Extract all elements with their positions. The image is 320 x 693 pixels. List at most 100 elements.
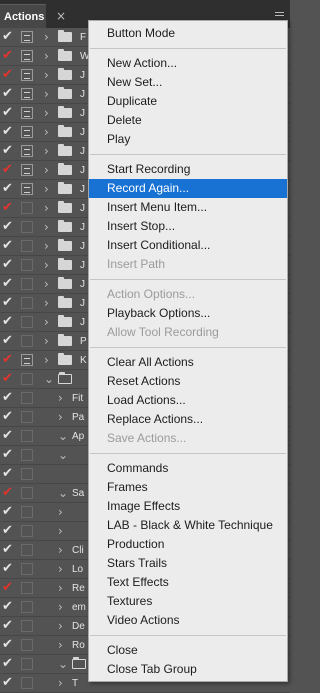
check-icon[interactable]: ✔ [2, 124, 14, 140]
chevron-right-icon[interactable]: › [58, 599, 68, 615]
menu-item-video-actions[interactable]: Video Actions [89, 611, 287, 630]
check-icon[interactable]: ✔ [2, 257, 14, 273]
menu-item-replace-actions[interactable]: Replace Actions... [89, 410, 287, 429]
check-icon[interactable]: ✔ [2, 618, 14, 634]
dialog-toggle-icon[interactable] [21, 240, 33, 252]
dialog-toggle-icon[interactable] [21, 658, 33, 670]
chevron-right-icon[interactable]: › [44, 200, 54, 216]
dialog-toggle-icon[interactable] [21, 107, 33, 119]
dialog-toggle-icon[interactable] [21, 88, 33, 100]
check-icon[interactable]: ✔ [2, 390, 14, 406]
chevron-right-icon[interactable]: › [58, 523, 68, 539]
chevron-down-icon[interactable]: ⌄ [44, 371, 54, 387]
menu-item-play[interactable]: Play [89, 130, 287, 149]
tab-close-icon[interactable]: × [56, 9, 66, 23]
menu-item-close-tab-group[interactable]: Close Tab Group [89, 660, 287, 679]
check-icon[interactable]: ✔ [2, 599, 14, 615]
check-icon[interactable]: ✔ [2, 67, 14, 83]
dialog-toggle-icon[interactable] [21, 411, 33, 423]
dialog-toggle-icon[interactable] [21, 468, 33, 480]
chevron-right-icon[interactable]: › [44, 295, 54, 311]
dialog-toggle-icon[interactable] [21, 31, 33, 43]
dialog-toggle-icon[interactable] [21, 316, 33, 328]
menu-item-new-set[interactable]: New Set... [89, 73, 287, 92]
dialog-toggle-icon[interactable] [21, 525, 33, 537]
check-icon[interactable]: ✔ [2, 276, 14, 292]
check-icon[interactable]: ✔ [2, 143, 14, 159]
check-icon[interactable]: ✔ [2, 333, 14, 349]
check-icon[interactable]: ✔ [2, 428, 14, 444]
check-icon[interactable]: ✔ [2, 466, 14, 482]
chevron-right-icon[interactable]: › [44, 333, 54, 349]
chevron-right-icon[interactable]: › [58, 561, 68, 577]
dialog-toggle-icon[interactable] [21, 582, 33, 594]
dialog-toggle-icon[interactable] [21, 639, 33, 651]
dialog-toggle-icon[interactable] [21, 69, 33, 81]
chevron-right-icon[interactable]: › [58, 637, 68, 653]
chevron-right-icon[interactable]: › [44, 67, 54, 83]
menu-item-production[interactable]: Production [89, 535, 287, 554]
check-icon[interactable]: ✔ [2, 314, 14, 330]
menu-item-close[interactable]: Close [89, 641, 287, 660]
tab-actions[interactable]: Actions [0, 4, 46, 28]
check-icon[interactable]: ✔ [2, 352, 14, 368]
chevron-right-icon[interactable]: › [44, 48, 54, 64]
check-icon[interactable]: ✔ [2, 504, 14, 520]
chevron-down-icon[interactable]: ⌄ [58, 428, 68, 444]
check-icon[interactable]: ✔ [2, 675, 14, 691]
check-icon[interactable]: ✔ [2, 637, 14, 653]
dialog-toggle-icon[interactable] [21, 601, 33, 613]
menu-item-frames[interactable]: Frames [89, 478, 287, 497]
menu-item-lab-black-white-technique[interactable]: LAB - Black & White Technique [89, 516, 287, 535]
dialog-toggle-icon[interactable] [21, 145, 33, 157]
menu-item-clear-all-actions[interactable]: Clear All Actions [89, 353, 287, 372]
check-icon[interactable]: ✔ [2, 485, 14, 501]
menu-item-delete[interactable]: Delete [89, 111, 287, 130]
chevron-right-icon[interactable]: › [44, 314, 54, 330]
dialog-toggle-icon[interactable] [21, 202, 33, 214]
dialog-toggle-icon[interactable] [21, 183, 33, 195]
menu-item-duplicate[interactable]: Duplicate [89, 92, 287, 111]
chevron-down-icon[interactable]: ⌄ [58, 447, 68, 463]
menu-item-stars-trails[interactable]: Stars Trails [89, 554, 287, 573]
chevron-right-icon[interactable]: › [44, 276, 54, 292]
chevron-right-icon[interactable]: › [58, 675, 68, 691]
check-icon[interactable]: ✔ [2, 162, 14, 178]
chevron-right-icon[interactable]: › [58, 580, 68, 596]
dialog-toggle-icon[interactable] [21, 506, 33, 518]
check-icon[interactable]: ✔ [2, 219, 14, 235]
chevron-right-icon[interactable]: › [44, 352, 54, 368]
check-icon[interactable]: ✔ [2, 105, 14, 121]
chevron-down-icon[interactable]: ⌄ [58, 485, 68, 501]
menu-item-textures[interactable]: Textures [89, 592, 287, 611]
chevron-right-icon[interactable]: › [44, 143, 54, 159]
check-icon[interactable]: ✔ [2, 295, 14, 311]
menu-item-insert-stop[interactable]: Insert Stop... [89, 217, 287, 236]
chevron-right-icon[interactable]: › [58, 409, 68, 425]
dialog-toggle-icon[interactable] [21, 126, 33, 138]
menu-item-playback-options[interactable]: Playback Options... [89, 304, 287, 323]
dialog-toggle-icon[interactable] [21, 620, 33, 632]
check-icon[interactable]: ✔ [2, 523, 14, 539]
dialog-toggle-icon[interactable] [21, 278, 33, 290]
chevron-right-icon[interactable]: › [44, 29, 54, 45]
check-icon[interactable]: ✔ [2, 542, 14, 558]
check-icon[interactable]: ✔ [2, 580, 14, 596]
check-icon[interactable]: ✔ [2, 86, 14, 102]
chevron-right-icon[interactable]: › [58, 618, 68, 634]
check-icon[interactable]: ✔ [2, 29, 14, 45]
check-icon[interactable]: ✔ [2, 48, 14, 64]
chevron-right-icon[interactable]: › [58, 542, 68, 558]
dialog-toggle-icon[interactable] [21, 221, 33, 233]
menu-item-commands[interactable]: Commands [89, 459, 287, 478]
check-icon[interactable]: ✔ [2, 561, 14, 577]
dialog-toggle-icon[interactable] [21, 544, 33, 556]
menu-item-insert-conditional[interactable]: Insert Conditional... [89, 236, 287, 255]
menu-item-reset-actions[interactable]: Reset Actions [89, 372, 287, 391]
dialog-toggle-icon[interactable] [21, 354, 33, 366]
chevron-right-icon[interactable]: › [44, 238, 54, 254]
chevron-right-icon[interactable]: › [44, 162, 54, 178]
menu-item-start-recording[interactable]: Start Recording [89, 160, 287, 179]
chevron-right-icon[interactable]: › [44, 86, 54, 102]
dialog-toggle-icon[interactable] [21, 563, 33, 575]
